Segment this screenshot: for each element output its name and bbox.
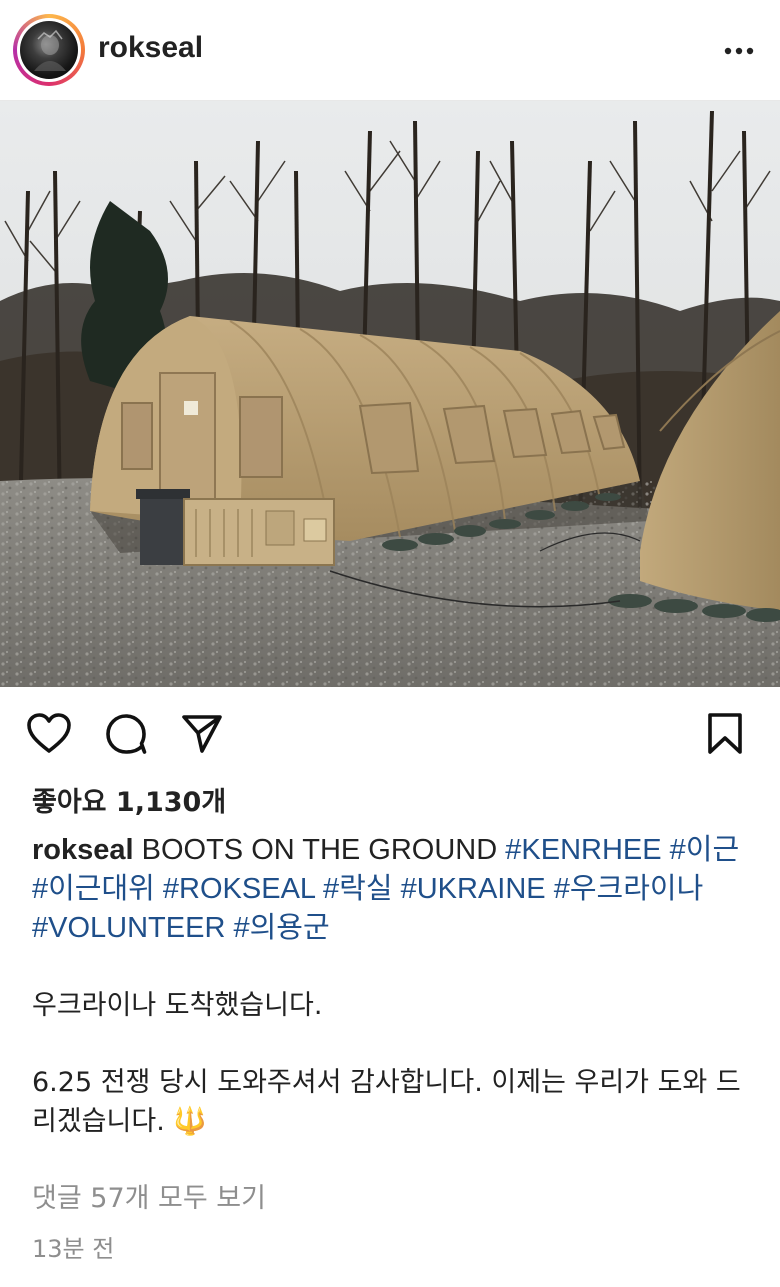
like-button[interactable] (26, 712, 72, 758)
share-button[interactable] (180, 712, 224, 760)
hashtag-link[interactable]: #우크라이나 (554, 873, 704, 905)
hashtag-link[interactable]: #VOLUNTEER (32, 912, 225, 944)
action-bar (0, 690, 780, 780)
hashtag-link[interactable]: #UKRAINE (401, 873, 546, 905)
caption-text: BOOTS ON THE GROUND (141, 834, 498, 866)
caption-thanks-text: 6.25 전쟁 당시 도와주셔서 감사합니다. 이제는 우리가 도와 드리겠습니… (32, 1067, 741, 1137)
caption-line-arrival: 우크라이나 도착했습니다. (32, 990, 323, 1021)
post-header: rokseal (0, 0, 780, 101)
trident-emoji: 🔱 (173, 1106, 208, 1137)
hashtag-link[interactable]: #ROKSEAL (163, 873, 315, 905)
comment-bubble-icon (106, 714, 147, 754)
hashtag-link[interactable]: #의용군 (233, 912, 329, 944)
post-caption: rokseal BOOTS ON THE GROUND #KENRHEE #이근… (32, 831, 762, 1141)
post-photo[interactable] (0, 101, 780, 687)
caption-line-thanks: 6.25 전쟁 당시 도와주셔서 감사합니다. 이제는 우리가 도와 드리겠습니… (32, 1063, 762, 1141)
more-dots-icon (724, 47, 754, 55)
save-button[interactable] (706, 712, 744, 760)
bookmark-icon (708, 713, 742, 754)
avatar[interactable] (13, 14, 85, 86)
avatar-border (17, 18, 81, 82)
hashtag-link[interactable]: #이근 (670, 834, 740, 866)
hashtag-link[interactable]: #락실 (323, 873, 393, 905)
likes-count[interactable]: 좋아요 1,130개 (32, 780, 226, 819)
hashtag-link[interactable]: #이근대위 (32, 873, 155, 905)
avatar-image (20, 21, 78, 79)
comment-button[interactable] (104, 712, 148, 760)
heart-icon (27, 713, 71, 753)
more-options-button[interactable] (720, 36, 760, 66)
post-timestamp: 13분 전 (32, 1235, 115, 1263)
caption-username[interactable]: rokseal (32, 834, 134, 866)
hashtag-link[interactable]: #KENRHEE (505, 834, 661, 866)
username-link[interactable]: rokseal (98, 31, 203, 65)
view-comments-link[interactable]: 댓글 57개 모두 보기 (32, 1176, 266, 1215)
send-icon (182, 715, 222, 753)
